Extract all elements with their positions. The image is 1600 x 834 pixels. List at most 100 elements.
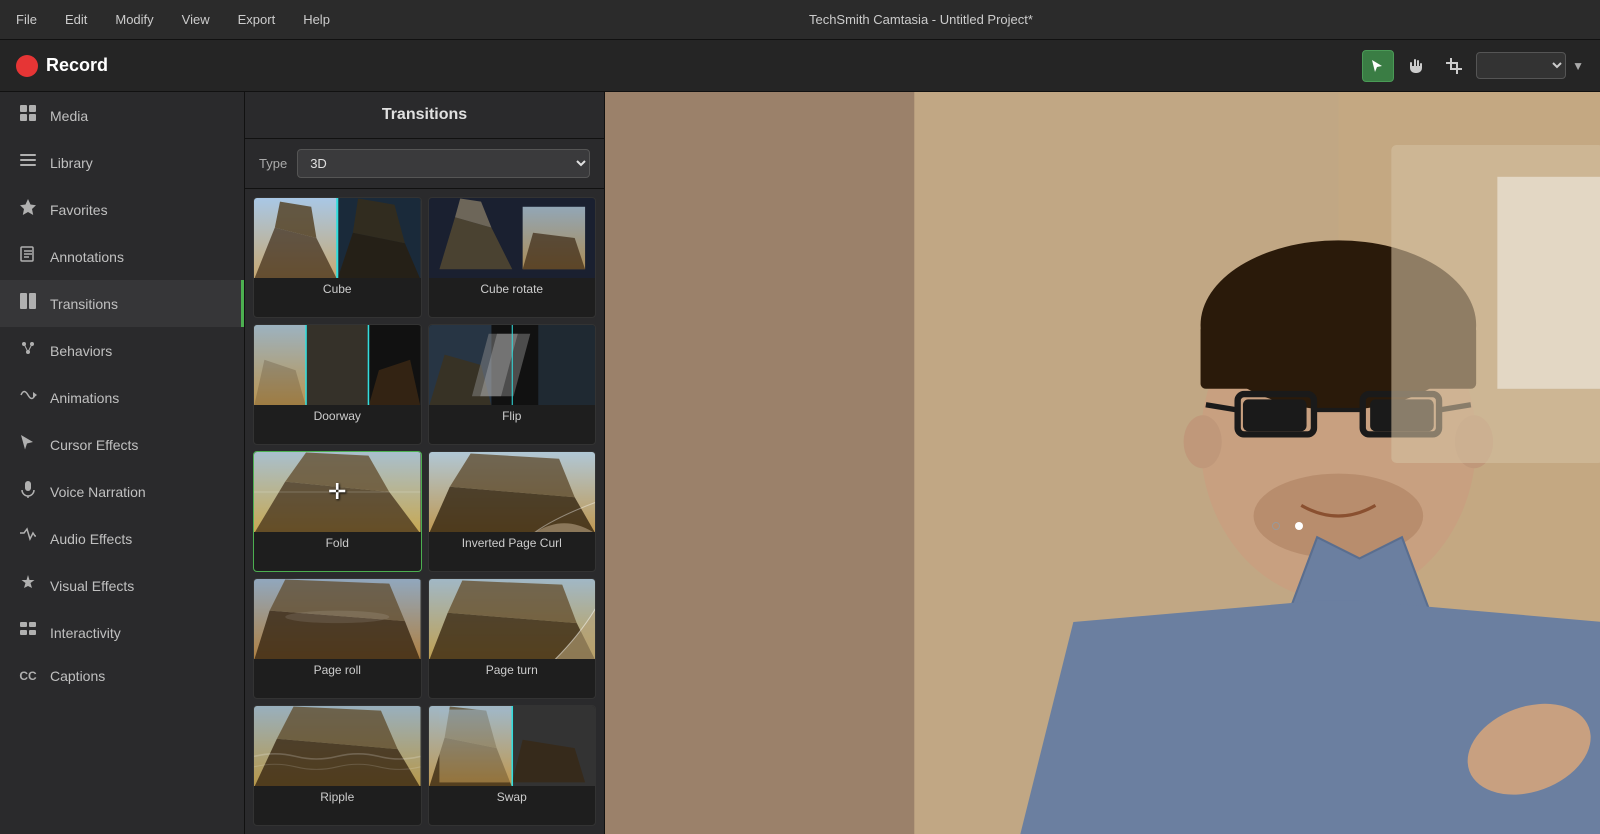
handle-right [1295, 522, 1303, 530]
sidebar-label-visual-effects: Visual Effects [50, 578, 134, 594]
transition-doorway[interactable]: Doorway [253, 324, 422, 445]
ripple-thumb [254, 706, 421, 786]
sidebar-label-transitions: Transitions [50, 296, 118, 312]
menu-edit[interactable]: Edit [61, 10, 91, 29]
transition-swap[interactable]: Swap [428, 705, 597, 826]
handle-left [1272, 522, 1280, 530]
transitions-panel: Transitions Type 3D All 2D [245, 92, 605, 834]
record-label: Record [46, 55, 108, 76]
panel-filter: Type 3D All 2D [245, 139, 604, 189]
transitions-icon [18, 292, 38, 315]
drag-cursor-icon: ✛ [328, 479, 346, 505]
sidebar-item-audio-effects[interactable]: Audio Effects [0, 515, 244, 562]
window-title: TechSmith Camtasia - Untitled Project* [809, 12, 1033, 27]
transition-cube[interactable]: Cube [253, 197, 422, 318]
sidebar-item-interactivity[interactable]: Interactivity [0, 609, 244, 656]
menu-help[interactable]: Help [299, 10, 334, 29]
sidebar-item-voice-narration[interactable]: Voice Narration [0, 468, 244, 515]
page-turn-thumb [429, 579, 596, 659]
sidebar-item-behaviors[interactable]: Behaviors [0, 327, 244, 374]
voice-narration-icon [18, 480, 38, 503]
doorway-thumb [254, 325, 421, 405]
zoom-select[interactable]: 100% [1476, 52, 1566, 79]
sidebar-item-captions[interactable]: CC Captions [0, 656, 244, 696]
cube-rotate-thumb [429, 198, 596, 278]
swap-label: Swap [429, 786, 596, 808]
inverted-page-curl-label: Inverted Page Curl [429, 532, 596, 554]
menu-file[interactable]: File [12, 10, 41, 29]
annotations-icon [18, 245, 38, 268]
favorites-icon [18, 198, 38, 221]
sidebar: Media Library Favorites Annotations [0, 92, 245, 834]
cursor-effects-icon [18, 433, 38, 456]
sidebar-label-captions: Captions [50, 668, 105, 684]
transition-grid: Cube Cube rotate [245, 189, 604, 834]
transition-cube-rotate[interactable]: Cube rotate [428, 197, 597, 318]
sidebar-item-cursor-effects[interactable]: Cursor Effects [0, 421, 244, 468]
interactivity-icon [18, 621, 38, 644]
transition-page-turn[interactable]: Page turn [428, 578, 597, 699]
menu-items: File Edit Modify View Export Help [12, 10, 334, 29]
transition-fold[interactable]: ✛ Fold [253, 451, 422, 572]
sidebar-item-library[interactable]: Library [0, 139, 244, 186]
animations-icon [18, 386, 38, 409]
sidebar-label-animations: Animations [50, 390, 119, 406]
cube-rotate-label: Cube rotate [429, 278, 596, 300]
menu-view[interactable]: View [178, 10, 214, 29]
sidebar-label-voice-narration: Voice Narration [50, 484, 146, 500]
zoom-chevron: ▼ [1572, 59, 1584, 73]
library-icon [18, 151, 38, 174]
page-roll-thumb [254, 579, 421, 659]
fold-label: Fold [254, 532, 421, 554]
annotation-handles [1272, 522, 1303, 530]
transition-inverted-page-curl[interactable]: Inverted Page Curl [428, 451, 597, 572]
sidebar-label-cursor-effects: Cursor Effects [50, 437, 138, 453]
sidebar-label-behaviors: Behaviors [50, 343, 112, 359]
panel-title: Transitions [245, 92, 604, 139]
toolbar: Record 100% ▼ [0, 40, 1600, 92]
sidebar-label-audio-effects: Audio Effects [50, 531, 132, 547]
cube-label: Cube [254, 278, 421, 300]
page-turn-label: Page turn [429, 659, 596, 681]
cube-thumb [254, 198, 421, 278]
sidebar-item-visual-effects[interactable]: Visual Effects [0, 562, 244, 609]
fold-thumb: ✛ [254, 452, 421, 532]
hand-tool[interactable] [1400, 50, 1432, 82]
transition-ripple[interactable]: Ripple [253, 705, 422, 826]
audio-effects-icon [18, 527, 38, 550]
tool-group: 100% ▼ [1362, 50, 1584, 82]
media-icon [18, 104, 38, 127]
transition-flip[interactable]: Flip [428, 324, 597, 445]
sidebar-item-annotations[interactable]: Annotations [0, 233, 244, 280]
canvas-area [605, 92, 1600, 834]
filter-label: Type [259, 156, 287, 171]
sidebar-item-favorites[interactable]: Favorites [0, 186, 244, 233]
sidebar-label-library: Library [50, 155, 93, 171]
main-area: Media Library Favorites Annotations [0, 92, 1600, 834]
menu-export[interactable]: Export [234, 10, 280, 29]
behaviors-icon [18, 339, 38, 362]
video-preview [605, 92, 1600, 834]
sidebar-item-media[interactable]: Media [0, 92, 244, 139]
flip-thumb [429, 325, 596, 405]
page-roll-label: Page roll [254, 659, 421, 681]
sidebar-label-annotations: Annotations [50, 249, 124, 265]
sidebar-item-animations[interactable]: Animations [0, 374, 244, 421]
sidebar-label-interactivity: Interactivity [50, 625, 121, 641]
ripple-label: Ripple [254, 786, 421, 808]
doorway-label: Doorway [254, 405, 421, 427]
transition-page-roll[interactable]: Page roll [253, 578, 422, 699]
inverted-page-curl-thumb [429, 452, 596, 532]
crop-tool[interactable] [1438, 50, 1470, 82]
flip-label: Flip [429, 405, 596, 427]
visual-effects-icon [18, 574, 38, 597]
pointer-tool[interactable] [1362, 50, 1394, 82]
record-button[interactable]: Record [16, 55, 108, 77]
menu-modify[interactable]: Modify [111, 10, 157, 29]
filter-select[interactable]: 3D All 2D [297, 149, 590, 178]
captions-icon: CC [18, 669, 38, 683]
sidebar-item-transitions[interactable]: Transitions [0, 280, 244, 327]
menu-bar: File Edit Modify View Export Help TechSm… [0, 0, 1600, 40]
sidebar-label-favorites: Favorites [50, 202, 108, 218]
swap-thumb [429, 706, 596, 786]
